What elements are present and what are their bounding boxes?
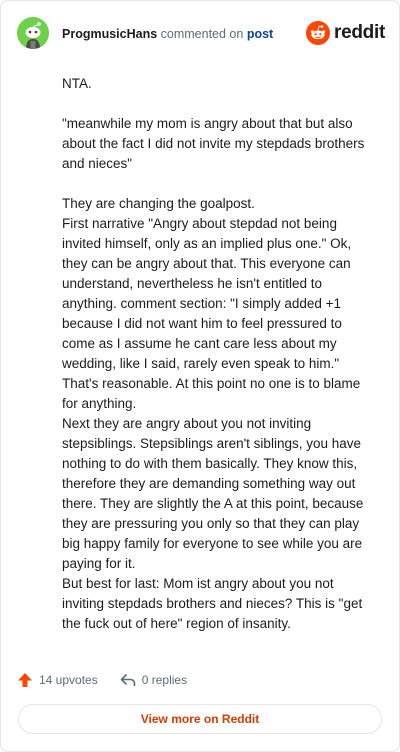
upvote-arrow-icon <box>18 673 32 687</box>
upvote-stat[interactable]: 14 upvotes <box>17 672 98 688</box>
comment-body: NTA. "meanwhile my mom is angry about th… <box>62 74 374 634</box>
comment-embed-card: ProgmusicHans commented on post reddit N… <box>0 0 400 752</box>
comment-paragraph: They are changing the goalpost. First na… <box>62 196 364 631</box>
snoo-avatar-icon <box>17 17 49 49</box>
user-avatar[interactable] <box>17 17 49 49</box>
comment-paragraph: "meanwhile my mom is angry about that bu… <box>62 116 365 171</box>
reply-stat[interactable]: 0 replies <box>120 672 187 688</box>
post-link[interactable]: post <box>247 27 273 41</box>
reddit-wordmark: reddit <box>334 22 385 43</box>
username-link[interactable]: ProgmusicHans <box>62 27 157 41</box>
comment-paragraph: NTA. <box>62 76 92 91</box>
commented-on-text: commented on <box>157 27 247 41</box>
reply-arrow-icon <box>120 674 136 687</box>
reddit-alien-icon <box>306 21 331 45</box>
replies-count: 0 replies <box>141 673 188 687</box>
comment-footer: 14 upvotes 0 replies <box>17 669 209 691</box>
comment-header: ProgmusicHans commented on post reddit <box>17 17 385 49</box>
view-more-on-reddit-button[interactable]: View more on Reddit <box>18 704 382 734</box>
comment-meta: ProgmusicHans commented on post <box>62 26 273 42</box>
upvotes-count: 14 upvotes <box>39 673 98 687</box>
reddit-logo[interactable]: reddit <box>306 21 385 45</box>
